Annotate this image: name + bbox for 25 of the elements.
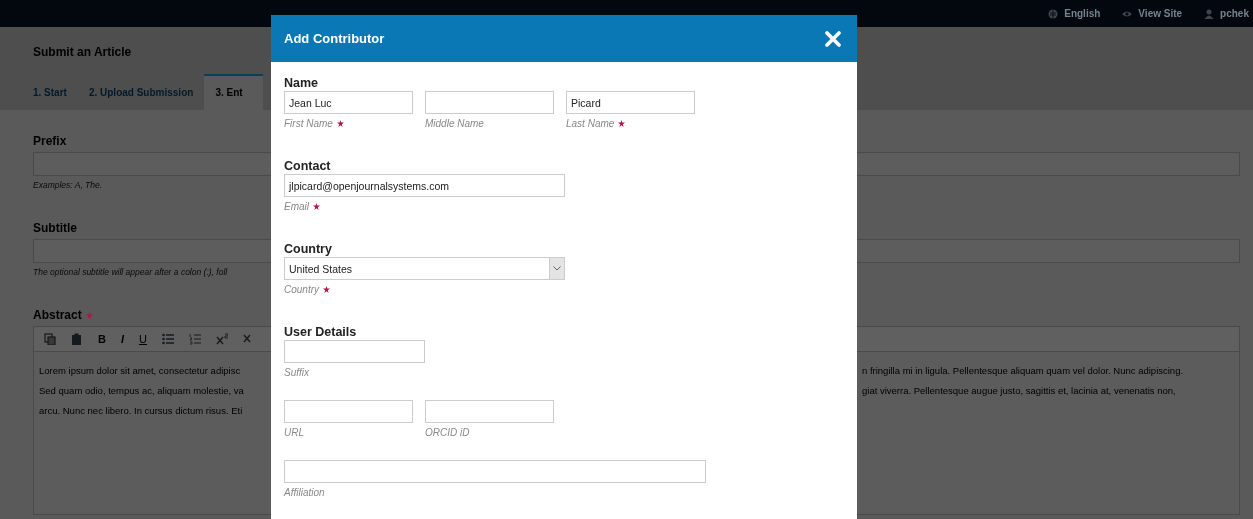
field-hint: Middle Name bbox=[425, 118, 484, 129]
field-label: Abstract bbox=[33, 308, 82, 323]
abstract-text: Lorem ipsum dolor sit amet, consectetur adipisc bbox=[39, 364, 242, 376]
abstract-text: arcu. Nunc nec libero. In cursus dictum risus. Eti bbox=[39, 404, 244, 416]
abstract-text: n fringilla mi in ligula. Pellentesque aliquam quam vel dolor. Nunc adipiscing. bbox=[862, 364, 1184, 376]
section-heading: User Details bbox=[284, 325, 358, 340]
page-title: Submit an Article bbox=[33, 45, 133, 59]
field-hint: ORCID iD bbox=[425, 427, 470, 438]
field-hint: Country bbox=[284, 284, 319, 295]
field-hint: Examples: A, The. bbox=[33, 179, 103, 191]
abstract-text: giat viverra. Pellentesque augue justo, sagittis et, lacinia at, venenatis non, bbox=[862, 384, 1176, 396]
field-hint: The optional subtitle will appear after a colon (:), foll bbox=[33, 266, 228, 278]
abstract-text: Sed quam odio, tempus ac, aliquam molestie, va bbox=[39, 384, 245, 396]
field-hint: Email bbox=[284, 201, 309, 212]
dialog-title: Add Contributor bbox=[284, 31, 385, 46]
field-hint: URL bbox=[284, 427, 304, 438]
field-label: Subtitle bbox=[33, 221, 78, 236]
section-heading: Country bbox=[284, 242, 333, 257]
field-hint: Suffix bbox=[284, 367, 309, 378]
section-heading: Name bbox=[284, 76, 320, 91]
field-hint: Last Name bbox=[566, 118, 615, 129]
section-heading: Contact bbox=[284, 159, 332, 174]
field-hint: Affiliation bbox=[284, 487, 325, 498]
field-hint: First Name bbox=[284, 118, 333, 129]
field-label: Prefix bbox=[33, 134, 68, 149]
